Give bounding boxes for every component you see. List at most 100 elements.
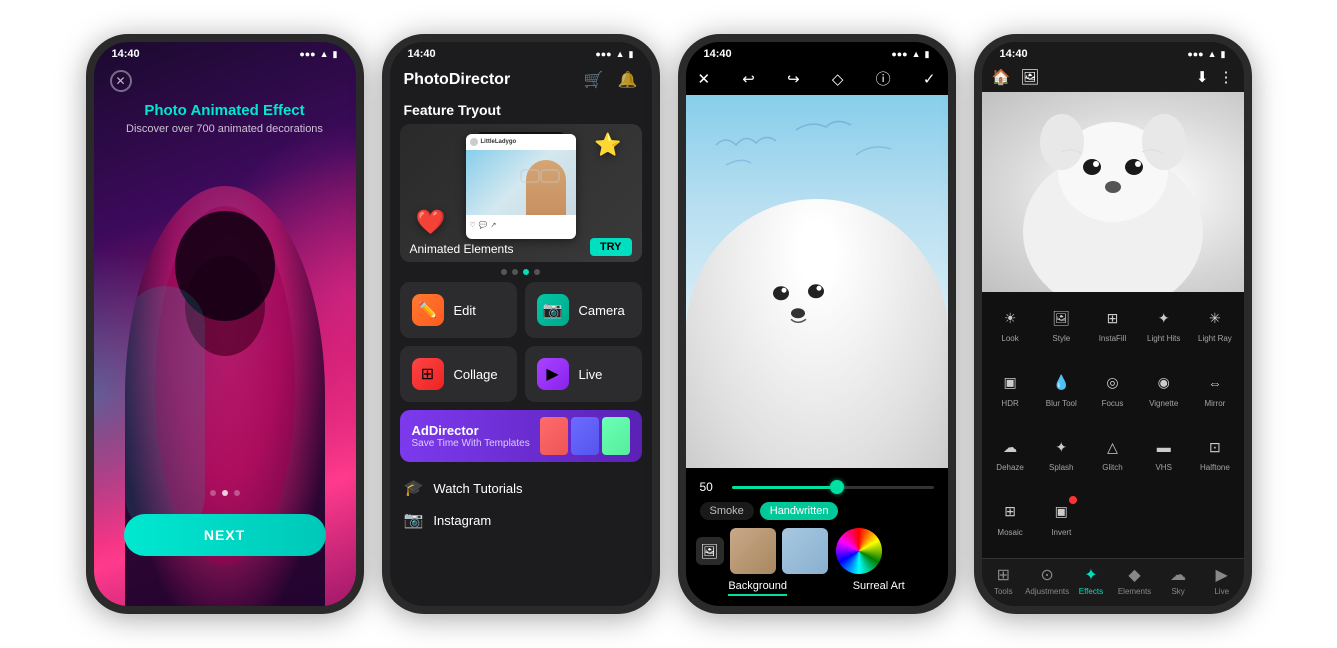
dehaze-label: Dehaze <box>996 463 1024 473</box>
phone-1-background: 14:40 ●●● ▲ ▮ ✕ <box>94 42 356 606</box>
gallery-icon[interactable]: 🖼 <box>1020 68 1039 86</box>
tool-focus[interactable]: ◎ Focus <box>1088 365 1137 428</box>
elements-nav-label: Elements <box>1118 587 1151 596</box>
effects-nav-icon: ✦ <box>1084 565 1097 585</box>
collage-icon-box: ⊞ <box>412 358 444 390</box>
nav-effects[interactable]: ✦ Effects <box>1069 565 1113 596</box>
lightray-icon: ✳ <box>1201 304 1229 332</box>
nav-live[interactable]: ▶ Live <box>1200 565 1244 596</box>
redo-icon[interactable]: ↪ <box>787 70 800 88</box>
phone-2-frame: 14:40 ●●● ▲ ▮ PhotoDirector 🛒 🔔 <box>382 34 660 614</box>
next-button[interactable]: NEXT <box>124 514 326 556</box>
tool-vhs[interactable]: ▬ VHS <box>1139 429 1188 492</box>
tool-instafill[interactable]: ⊞ InstaFill <box>1088 300 1137 363</box>
camera-icon-box: 📷 <box>537 294 569 326</box>
tool-vignette[interactable]: ◉ Vignette <box>1139 365 1188 428</box>
tool-halftone[interactable]: ⊡ Halftone <box>1190 429 1239 492</box>
tool-style[interactable]: 🖼 Style <box>1037 300 1086 363</box>
focus-label: Focus <box>1102 399 1124 409</box>
instagram-row[interactable]: 📷 Instagram <box>390 506 652 534</box>
effects-nav-label: Effects <box>1079 587 1103 596</box>
surreal-art-label[interactable]: Surreal Art <box>853 580 905 596</box>
more-icon[interactable]: ⋮ <box>1219 68 1234 86</box>
home-icon[interactable]: 🏠 <box>992 68 1011 86</box>
vignette-icon: ◉ <box>1150 369 1178 397</box>
mirror-icon: ⇔ <box>1201 369 1229 397</box>
tool-blur[interactable]: 💧 Blur Tool <box>1037 365 1086 428</box>
nav-tools[interactable]: ⊞ Tools <box>982 565 1026 596</box>
mosaic-icon: ⊞ <box>996 498 1024 526</box>
instagram-post-preview: LittleLadygo ♡ <box>466 134 576 239</box>
try-button[interactable]: TRY <box>590 238 632 256</box>
screenshots-container: 14:40 ●●● ▲ ▮ ✕ <box>66 14 1272 634</box>
menu-item-live[interactable]: ▶ Live <box>525 346 642 402</box>
background-label[interactable]: Background <box>728 580 787 596</box>
top-left-icons: 🏠 🖼 <box>992 68 1040 86</box>
blur-icon: 💧 <box>1047 369 1075 397</box>
feature-banner[interactable]: #Happy Moments LittleLadygo <box>400 124 642 262</box>
focus-icon: ◎ <box>1098 369 1126 397</box>
menu-item-collage[interactable]: ⊞ Collage <box>400 346 517 402</box>
bell-icon[interactable]: 🔔 <box>618 70 638 90</box>
mosaic-label: Mosaic <box>997 528 1022 538</box>
slider-thumb[interactable] <box>830 480 844 494</box>
photo-display <box>982 92 1244 292</box>
banner-label: Animated Elements <box>410 242 514 256</box>
phone-4-background: 14:40 ●●● ▲ ▮ 🏠 🖼 ⬇ ⋮ <box>982 42 1244 606</box>
done-icon[interactable]: ✓ <box>923 70 936 88</box>
tool-splash[interactable]: ✦ Splash <box>1037 429 1086 492</box>
look-icon: ☀ <box>996 304 1024 332</box>
nav-adjustments[interactable]: ⊙ Adjustments <box>1025 565 1069 596</box>
status-icons-3: ●●● ▲ ▮ <box>891 49 929 60</box>
tab-smoke[interactable]: Smoke <box>700 502 754 520</box>
sky-nav-label: Sky <box>1171 587 1184 596</box>
addirector-banner[interactable]: AdDirector Save Time With Templates <box>400 410 642 462</box>
download-icon[interactable]: ⬇ <box>1196 68 1209 86</box>
texture-thumb-2[interactable] <box>782 528 828 574</box>
tab-handwritten[interactable]: Handwritten <box>760 502 839 520</box>
vhs-icon: ▬ <box>1150 433 1178 461</box>
addirector-subtitle: Save Time With Templates <box>412 438 532 449</box>
erase-icon[interactable]: ◇ <box>832 70 844 88</box>
tool-mosaic[interactable]: ⊞ Mosaic <box>986 494 1035 557</box>
phone-2-status-bar: 14:40 ●●● ▲ ▮ <box>390 42 652 62</box>
nav-elements[interactable]: ◆ Elements <box>1113 565 1157 596</box>
bottom-category-labels: Background Surreal Art <box>686 578 948 600</box>
edit-icon-box: ✏️ <box>412 294 444 326</box>
menu-item-edit[interactable]: ✏️ Edit <box>400 282 517 338</box>
sky-doodles <box>696 105 938 185</box>
color-wheel[interactable] <box>836 528 882 574</box>
phone-1-header: Photo Animated Effect Discover over 700 … <box>94 70 356 135</box>
menu-grid: ✏️ Edit 📷 Camera ⊞ Collage <box>400 282 642 402</box>
dog-photo-background <box>982 92 1244 292</box>
tool-invert[interactable]: ▣ Invert <box>1037 494 1086 557</box>
phone-1-frame: 14:40 ●●● ▲ ▮ ✕ <box>86 34 364 614</box>
tool-lightray[interactable]: ✳ Light Ray <box>1190 300 1239 363</box>
watch-tutorials-row[interactable]: 🎓 Watch Tutorials <box>390 470 652 506</box>
live-icon: ▶ <box>546 364 558 384</box>
editing-canvas <box>686 95 948 468</box>
halftone-icon: ⊡ <box>1201 433 1229 461</box>
tool-dehaze[interactable]: ☁ Dehaze <box>986 429 1035 492</box>
tool-glitch[interactable]: △ Glitch <box>1088 429 1137 492</box>
instafill-label: InstaFill <box>1099 334 1127 344</box>
tool-look[interactable]: ☀ Look <box>986 300 1035 363</box>
info-icon[interactable]: ⓘ <box>876 68 891 89</box>
nav-sky[interactable]: ☁ Sky <box>1156 565 1200 596</box>
share-icon: ↗ <box>491 221 497 229</box>
menu-item-camera[interactable]: 📷 Camera <box>525 282 642 338</box>
graduation-icon: 🎓 <box>404 478 424 498</box>
cart-icon[interactable]: 🛒 <box>584 70 604 90</box>
effect-slider[interactable] <box>732 486 934 489</box>
phone-2-background: 14:40 ●●● ▲ ▮ PhotoDirector 🛒 🔔 <box>390 42 652 606</box>
tool-hdr[interactable]: ▣ HDR <box>986 365 1035 428</box>
tool-mirror[interactable]: ⇔ Mirror <box>1190 365 1239 428</box>
close-icon-3[interactable]: ✕ <box>698 70 711 88</box>
texture-thumb-1[interactable] <box>730 528 776 574</box>
tool-lighthits[interactable]: ✦ Light Hits <box>1139 300 1188 363</box>
app-name: PhotoDirector <box>404 71 511 89</box>
undo-icon[interactable]: ↩ <box>742 70 755 88</box>
slider-fill <box>732 486 837 489</box>
add-photo-icon[interactable]: 🖼 <box>696 537 724 565</box>
dot-2 <box>222 490 228 496</box>
